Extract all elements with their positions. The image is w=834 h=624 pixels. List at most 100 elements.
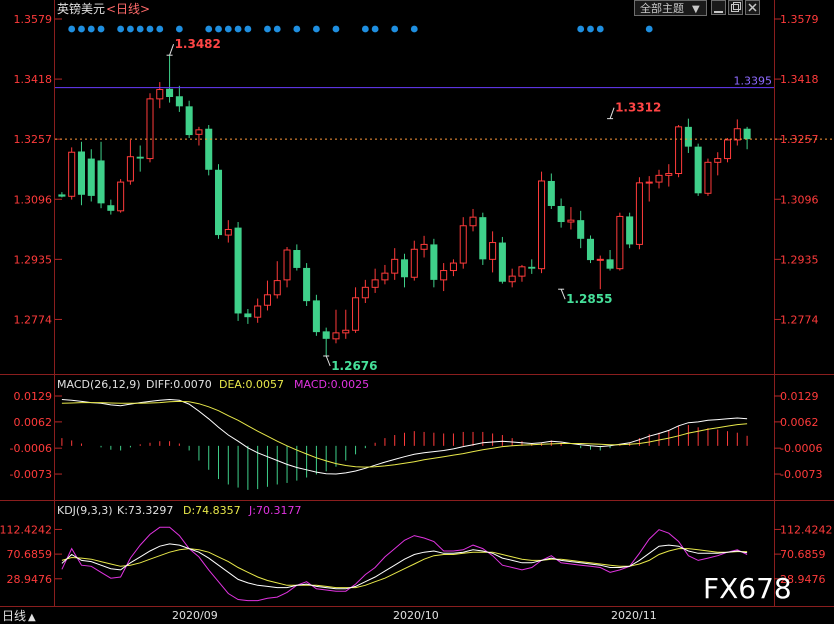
candle: [205, 124, 213, 176]
minimize-window-button[interactable]: [711, 0, 726, 15]
signal-dot: [78, 25, 85, 33]
signal-dot: [293, 25, 301, 33]
close-window-button[interactable]: [745, 0, 760, 15]
candle-body: [185, 106, 193, 136]
watermark-logo: FX678: [703, 572, 792, 605]
candle-body: [381, 272, 389, 281]
candle: [498, 236, 506, 284]
signal-dot: [117, 25, 125, 33]
candle: [635, 177, 643, 250]
candle-body: [371, 279, 379, 288]
signal-dot: [371, 25, 379, 33]
signal-dot: [87, 25, 95, 33]
y-axis-tick-label: 0.0129: [14, 390, 53, 403]
candle: [117, 179, 125, 213]
candle-body: [273, 280, 281, 296]
theme-button-label: 全部主题: [640, 1, 684, 15]
candle-body: [538, 180, 546, 270]
candle-body: [743, 128, 751, 140]
chevron-up-icon[interactable]: ▲: [28, 612, 36, 623]
candle-body: [498, 242, 506, 282]
candle-body: [97, 160, 105, 204]
candle-body: [684, 126, 692, 147]
candle-body: [156, 89, 164, 100]
signal-dot: [391, 25, 399, 33]
macd-dea-readout: DEA:0.0057: [219, 378, 284, 391]
signal-dot: [234, 25, 242, 33]
candle-body: [596, 258, 604, 261]
extreme-value-label: 1.3482: [175, 37, 221, 51]
candle-body: [489, 242, 497, 260]
candle: [214, 164, 223, 239]
period-label[interactable]: <日线>: [106, 2, 150, 16]
candle-body: [459, 225, 467, 264]
x-axis-date-label: 2020/11: [611, 609, 657, 622]
y-axis-tick-label: -0.0073: [780, 468, 822, 481]
candle-body: [704, 161, 712, 194]
y-axis-tick-label: 70.6859: [780, 548, 826, 561]
y-axis-tick-label: 1.3579: [780, 13, 819, 26]
candle-body: [724, 139, 732, 160]
candle-body: [586, 238, 595, 261]
candle-body: [263, 294, 271, 306]
theme-button[interactable]: 全部主题 ▼: [634, 0, 707, 16]
extreme-value-label: 1.3312: [615, 101, 661, 115]
candle: [586, 235, 595, 264]
candle-body: [547, 180, 555, 206]
signal-dot: [410, 25, 418, 33]
candle-body: [606, 259, 614, 269]
y-axis-tick-label: 1.2774: [14, 313, 53, 326]
candle-body: [391, 258, 399, 274]
candle: [185, 100, 193, 139]
candle-body: [469, 216, 477, 227]
candle: [312, 294, 320, 336]
period-selector[interactable]: 日线: [2, 609, 26, 623]
extreme-value-label: 1.2855: [566, 292, 612, 306]
y-axis-tick-label: -0.0006: [10, 442, 52, 455]
candle: [626, 212, 634, 249]
y-axis-tick-label: 1.3096: [14, 193, 53, 206]
y-axis-tick-label: 1.3257: [14, 133, 53, 146]
y-axis-tick-label: 0.0062: [14, 416, 53, 429]
signal-dot: [587, 25, 594, 33]
candle: [303, 263, 311, 306]
y-axis-tick-label: 0.0129: [780, 390, 819, 403]
candle-body: [410, 248, 418, 278]
restore-window-button[interactable]: [728, 0, 743, 15]
candle: [479, 212, 487, 265]
chevron-down-icon: ▼: [692, 4, 700, 15]
candle: [616, 212, 624, 271]
macd-diff-readout: DIFF:0.0070: [146, 378, 212, 391]
y-axis-tick-label: 1.3418: [780, 73, 819, 86]
signal-dot: [244, 25, 252, 33]
extreme-value-label: 1.2676: [331, 359, 377, 373]
candle-body: [342, 329, 350, 334]
candle-body: [361, 286, 369, 299]
candle-body: [733, 128, 741, 141]
macd-value-readout: MACD:0.0025: [294, 378, 369, 391]
candle-body: [166, 88, 174, 97]
candle-body: [283, 249, 291, 281]
candle-body: [332, 332, 340, 340]
symbol-label: 英镑美元: [57, 1, 105, 16]
y-axis-tick-label: 1.2774: [780, 313, 819, 326]
candle: [234, 222, 242, 321]
candle: [694, 143, 702, 196]
candle-body: [117, 181, 125, 212]
candle-body: [68, 151, 76, 197]
candle-body: [518, 266, 526, 277]
kdj-k-readout: K:73.3297: [117, 504, 173, 517]
y-axis-tick-label: -0.0073: [10, 468, 52, 481]
candle-body: [234, 227, 242, 314]
candle-body: [205, 128, 213, 170]
candle-body: [175, 96, 183, 107]
candle-body: [146, 98, 154, 160]
signal-dot: [273, 25, 281, 33]
candle-body: [126, 156, 134, 182]
candle-body: [665, 173, 673, 176]
signal-dot: [224, 25, 232, 33]
candle-body: [714, 158, 722, 163]
candle-body: [352, 297, 360, 331]
chart-canvas: 英镑美元 <日线> 全部主题 ▼ 1.3579 1.3579 1.3418 1.341…: [0, 0, 834, 624]
y-axis-tick-label: 0.0062: [780, 416, 819, 429]
